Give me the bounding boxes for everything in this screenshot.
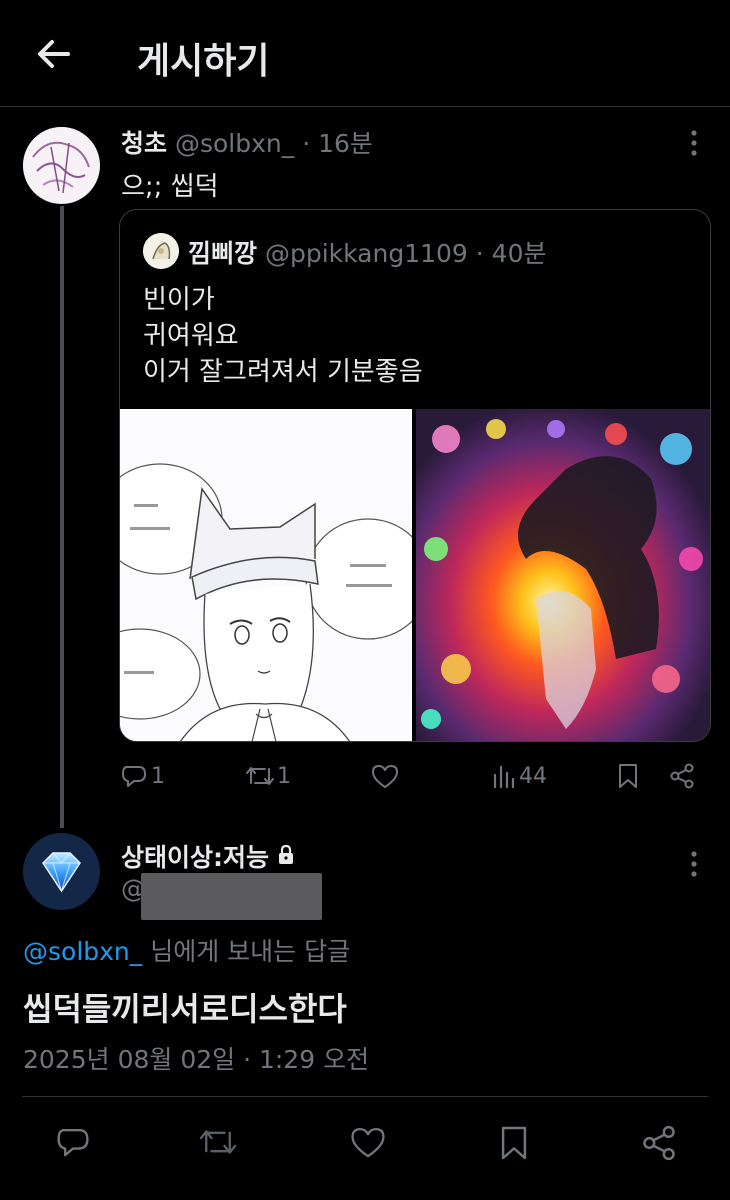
quote-display-name: 낌삐깡 [188,239,258,268]
reply-avatar[interactable] [23,833,100,910]
retweet-count: 1 [277,763,291,789]
views-icon [492,763,516,789]
retweet-button[interactable]: 1 [245,763,291,789]
views-count: 44 [519,763,547,789]
share-button[interactable] [641,1125,677,1161]
reply-display-name[interactable]: 상태이상:저능 [121,838,269,874]
like-icon [371,763,399,789]
quote-line: 빈이가 [143,285,215,315]
reply-author-line: 상태이상:저능 [121,838,295,874]
quote-handle: @ppikkang1109 [264,239,468,268]
post-time: · 16분 [302,129,373,158]
reply-icon [55,1125,91,1159]
views-button[interactable]: 44 [492,763,547,789]
retweet-icon [245,763,275,789]
reply-to-link[interactable]: @solbxn_ [23,937,142,966]
quote-line: 귀여워요 [143,321,239,351]
tweet-text: 으;; 씹덕 [121,172,219,202]
divider [22,1096,708,1097]
more-icon[interactable] [684,849,704,883]
reply-count: 1 [151,763,165,789]
quote-tweet-card[interactable]: 낌삐깡 @ppikkang1109 · 40분 빈이가 귀여워요 이거 잘그려져… [119,209,711,742]
bookmark-icon [499,1125,529,1161]
retweet-icon [198,1125,238,1159]
reply-timestamp: 2025년 08월 02일 · 1:29 오전 [23,1045,370,1074]
like-button[interactable] [371,763,399,789]
reply-to-label: 님에게 보내는 답글 [142,937,351,966]
top-bar: 게시하기 [0,0,730,107]
quote-avatar [143,233,179,269]
page-title: 게시하기 [137,41,270,82]
share-icon [669,763,695,789]
share-button[interactable] [669,763,695,789]
share-icon [641,1125,677,1161]
quote-image-meme[interactable] [416,409,710,741]
display-name[interactable]: 청초 [121,129,167,158]
like-icon [350,1125,386,1159]
redacted-handle [141,873,322,920]
bookmark-icon [617,763,639,789]
reply-icon [121,763,147,789]
lock-icon [277,842,295,871]
thread-line [60,206,64,828]
reply-button[interactable]: 1 [121,763,165,789]
tweet-author-line: 청초 @solbxn_ · 16분 [121,124,373,160]
bookmark-button[interactable] [617,763,639,789]
bookmark-button[interactable] [499,1125,529,1161]
quote-text: 빈이가 귀여워요 이거 잘그려져서 기분좋음 [143,282,423,390]
reply-text: 씹덕들끼리서로디스한다 [23,990,347,1028]
handle[interactable]: @solbxn_ [175,129,294,158]
avatar[interactable] [23,127,100,204]
like-button[interactable] [350,1125,386,1159]
more-icon[interactable] [684,128,704,162]
back-arrow-icon[interactable] [34,34,74,74]
quote-author-line: 낌삐깡 @ppikkang1109 · 40분 [188,234,547,270]
reply-button[interactable] [55,1125,91,1159]
quote-image-manga[interactable] [120,409,412,741]
replying-to: @solbxn_ 님에게 보내는 답글 [23,932,350,968]
quote-line: 이거 잘그려져서 기분좋음 [143,357,423,387]
retweet-button[interactable] [198,1125,238,1159]
quote-time: · 40분 [475,239,547,268]
